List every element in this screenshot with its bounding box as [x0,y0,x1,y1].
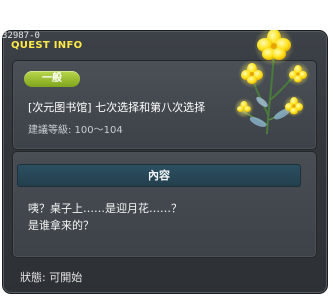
content-line: 是谁拿来的？ [28,219,94,232]
category-badge: 一般 [24,71,80,87]
quest-status: 狀態: 可開始 [20,271,83,284]
content-header: 內容 [17,164,301,187]
window-title: QUEST INFO [11,40,83,51]
quest-name: [次元图书馆] 七次选择和第八次选择 [28,101,206,114]
yellow-flower-icon [234,30,310,135]
quest-level: 建議等級: 100～104 [28,125,123,136]
content-line: 咦？桌子上……是迎月花……？ [28,202,182,215]
